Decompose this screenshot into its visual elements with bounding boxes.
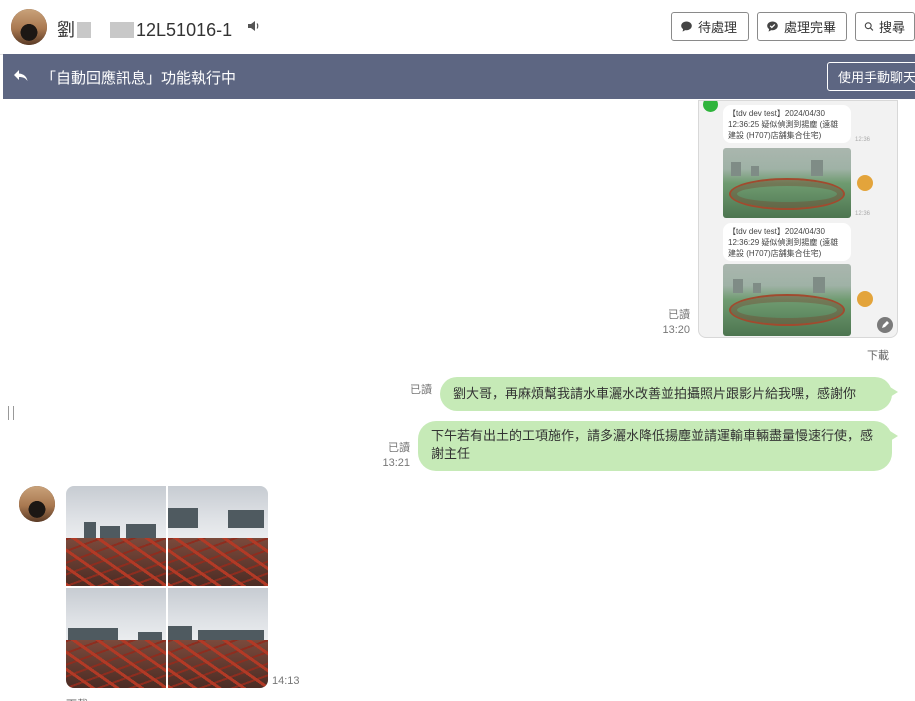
message-text: 劉大哥，再麻煩幫我請水車灑水改善並拍攝照片跟影片給我嘿，感謝你 — [453, 386, 857, 401]
manual-chat-button[interactable]: 使用手動聊天 — [827, 62, 915, 91]
contact-avatar[interactable] — [11, 9, 47, 45]
search-icon — [864, 22, 874, 31]
download-link[interactable]: 下載 — [867, 347, 889, 363]
resize-handle[interactable] — [8, 406, 14, 420]
line-logo-icon — [703, 101, 718, 112]
contact-name-prefix: 劉 — [57, 20, 75, 40]
camera-snapshot — [723, 264, 851, 336]
chat-header: 劉 12L51016-1 待處理 處理完畢 搜尋 — [0, 0, 915, 55]
read-status: 已讀 — [410, 384, 432, 396]
done-button[interactable]: 處理完畢 — [757, 12, 847, 41]
search-button-label: 搜尋 — [878, 20, 905, 35]
screenshot-inner-time: 12:36 — [855, 137, 871, 143]
site-photo[interactable] — [66, 486, 166, 586]
reply-arrow-icon — [14, 70, 28, 81]
edit-icon[interactable] — [877, 317, 893, 333]
message-time: 14:13 — [272, 675, 300, 687]
chat-area[interactable]: 【tdv dev test】2024/04/30 12:36:25 疑似偵測到揚… — [0, 100, 915, 701]
auto-reply-banner: 「自動回應訊息」功能執行中 使用手動聊天 — [3, 54, 915, 99]
search-button[interactable]: 搜尋 — [855, 12, 915, 41]
screenshot-inner-time: 12:36 — [855, 211, 871, 217]
share-icon — [857, 291, 873, 307]
outgoing-message[interactable]: 劉大哥，再麻煩幫我請水車灑水改善並拍攝照片跟影片給我嘿，感謝你 — [440, 377, 898, 411]
outgoing-message[interactable]: 下午若有出土的工項施作，請多灑水降低揚塵並請運輸車輛盡量慢速行使，感謝主任 — [418, 421, 898, 471]
site-photo[interactable] — [168, 588, 268, 688]
msg2-meta: 已讀 13:21 — [360, 441, 410, 471]
redacted-block — [77, 22, 91, 38]
notification-card-text: 【tdv dev test】2024/04/30 12:36:29 疑似偵測到揚… — [728, 227, 839, 258]
share-icon — [857, 175, 873, 191]
check-bubble-icon — [767, 21, 778, 32]
camera-snapshot — [723, 148, 851, 218]
sender-avatar[interactable] — [19, 486, 55, 522]
message-time: 13:20 — [662, 324, 690, 336]
read-status: 已讀 — [388, 442, 410, 454]
screenshot-image-message[interactable]: 【tdv dev test】2024/04/30 12:36:25 疑似偵測到揚… — [698, 100, 898, 338]
chat-bubble-icon — [681, 21, 692, 32]
site-photo[interactable] — [66, 588, 166, 688]
message-text: 下午若有出土的工項施作，請多灑水降低揚塵並請運輸車輛盡量慢速行使，感謝主任 — [431, 428, 874, 461]
notification-card-text: 【tdv dev test】2024/04/30 12:36:25 疑似偵測到揚… — [728, 109, 839, 140]
notification-card: 【tdv dev test】2024/04/30 12:36:29 疑似偵測到揚… — [723, 223, 851, 261]
contact-name-suffix: 12L51016-1 — [136, 20, 233, 40]
redacted-block — [110, 22, 135, 38]
done-button-label: 處理完畢 — [784, 20, 837, 35]
contact-name: 劉 12L51016-1 — [57, 16, 232, 42]
photo-grid-message[interactable] — [66, 486, 268, 688]
read-status: 已讀 — [668, 309, 690, 321]
notification-card: 【tdv dev test】2024/04/30 12:36:25 疑似偵測到揚… — [723, 105, 851, 143]
msg1-meta: 已讀 — [380, 383, 432, 398]
banner-text: 「自動回應訊息」功能執行中 — [41, 70, 237, 87]
pending-button-label: 待處理 — [698, 20, 738, 35]
pending-button[interactable]: 待處理 — [671, 12, 749, 41]
site-photo[interactable] — [168, 486, 268, 586]
download-link[interactable]: 下載 — [66, 696, 88, 701]
photos-meta: 14:13 — [272, 674, 300, 689]
screenshot-meta: 已讀 13:20 — [640, 308, 690, 338]
message-time: 13:21 — [382, 457, 410, 469]
speaker-icon[interactable] — [247, 19, 261, 33]
